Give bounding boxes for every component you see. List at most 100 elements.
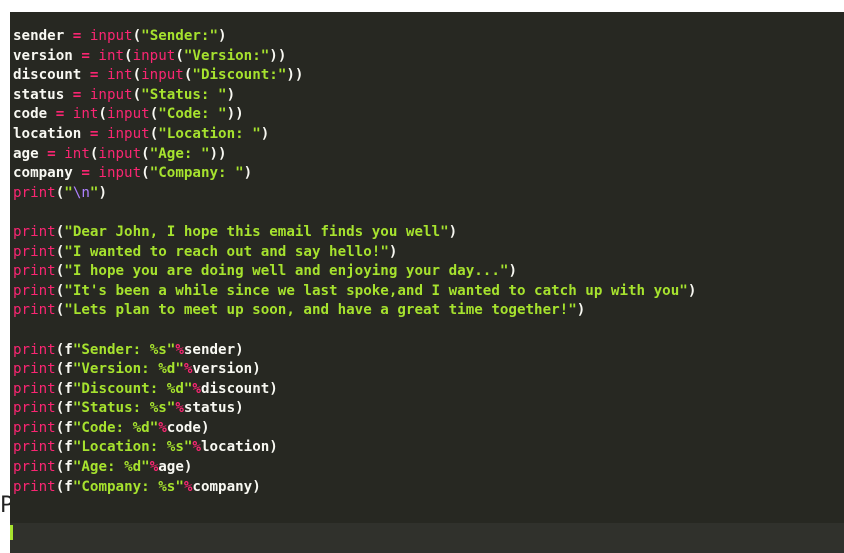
message-string: I wanted to reach out and say hello! (72, 243, 381, 260)
print-keyword: print (13, 400, 56, 417)
message-print-line[interactable]: print("I wanted to reach out and say hel… (13, 243, 696, 263)
modulo-operator: % (158, 419, 167, 436)
variable-name: status (13, 86, 65, 103)
formatted-print-line[interactable]: print(f"Discount: %d"%discount) (13, 380, 696, 400)
formatted-print-line[interactable]: print(f"Company: %s"%company) (13, 478, 696, 498)
int-keyword: int (64, 145, 90, 162)
formatted-print-line[interactable]: print(f"Age: %d"%age) (13, 458, 696, 478)
screenshot-frame: sender = input("Sender:") version = int(i… (0, 0, 844, 553)
assign-operator: = (81, 125, 107, 142)
editor-empty-line[interactable] (10, 523, 844, 553)
formatted-print-line[interactable]: print(f"Code: %d"%code) (13, 419, 696, 439)
modulo-operator: % (192, 380, 201, 397)
message-string: Dear John, I hope this email finds you w… (72, 223, 441, 240)
format-string: Discount: %d (81, 380, 184, 397)
prompt-string: Code: (166, 106, 219, 123)
print-keyword: print (13, 184, 56, 201)
int-keyword: int (106, 67, 133, 84)
assign-operator: = (38, 145, 65, 162)
assign-operator: = (81, 67, 107, 84)
assignment-line[interactable]: age = int(input("Age: ")) (13, 145, 696, 165)
stray-letter: P (0, 493, 10, 518)
assignment-line[interactable]: status = input("Status: ") (13, 86, 696, 106)
escape-sequence: \n (72, 184, 90, 201)
variable-name: status (183, 400, 236, 417)
format-string: Code: %d (81, 419, 150, 436)
blank-line[interactable] (13, 321, 696, 341)
int-keyword: int (72, 106, 99, 123)
variable-name: version (192, 361, 253, 378)
variable-name: discount (13, 67, 82, 84)
print-keyword: print (13, 380, 56, 397)
print-keyword: print (13, 243, 56, 260)
prompt-string: Sender: (149, 28, 210, 44)
newline-print-line[interactable]: print("\n") (13, 184, 696, 204)
code-area[interactable]: sender = input("Sender:") version = int(i… (13, 27, 696, 497)
variable-name: code (166, 419, 201, 436)
input-keyword: input (89, 86, 133, 103)
int-keyword: int (98, 47, 125, 64)
input-keyword: input (98, 165, 142, 182)
print-keyword: print (13, 302, 56, 319)
variable-name: version (13, 47, 73, 64)
prompt-string: Age: (158, 145, 201, 162)
format-string: Sender: %s (81, 341, 167, 358)
variable-name: discount (200, 380, 270, 397)
assign-operator: = (64, 86, 90, 103)
prompt-string: Location: (166, 125, 253, 142)
print-keyword: print (13, 282, 56, 299)
code-editor[interactable]: sender = input("Sender:") version = int(i… (10, 12, 844, 523)
print-keyword: print (13, 341, 56, 358)
format-string: Version: %d (81, 361, 176, 378)
format-string: Age: %d (81, 459, 142, 476)
message-print-line[interactable]: print("Lets plan to meet up soon, and ha… (13, 301, 696, 321)
prompt-string: Version: (192, 47, 261, 64)
text-cursor (10, 525, 13, 540)
input-keyword: input (106, 106, 150, 123)
modulo-operator: % (175, 400, 184, 417)
variable-name: age (158, 459, 184, 476)
assign-operator: = (72, 47, 99, 64)
formatted-print-line[interactable]: print(f"Status: %s"%status) (13, 399, 696, 419)
formatted-print-line[interactable]: print(f"Sender: %s"%sender) (13, 341, 696, 361)
input-keyword: input (141, 67, 184, 84)
modulo-operator: % (175, 341, 184, 358)
assignment-line[interactable]: company = input("Company: ") (13, 164, 696, 184)
message-string: Lets plan to meet up soon, and have a gr… (72, 302, 569, 319)
assignment-line[interactable]: version = int(input("Version:")) (13, 47, 696, 67)
prompt-string: Company: (158, 165, 236, 182)
formatted-print-line[interactable]: print(f"Version: %d"%version) (13, 360, 696, 380)
assignment-line[interactable]: discount = int(input("Discount:")) (13, 66, 696, 86)
format-string: Location: %s (81, 439, 184, 456)
variable-name: sender (13, 28, 65, 44)
blank-line[interactable] (13, 203, 696, 223)
assignment-line[interactable]: sender = input("Sender:") (13, 27, 696, 47)
input-keyword: input (98, 145, 142, 162)
print-keyword: print (13, 263, 56, 280)
message-string: I hope you are doing well and enjoying y… (72, 263, 500, 280)
print-keyword: print (13, 361, 56, 378)
input-keyword: input (89, 28, 133, 44)
format-string: Company: %s (81, 478, 176, 495)
assignment-line[interactable]: location = input("Location: ") (13, 125, 696, 145)
formatted-print-line[interactable]: print(f"Location: %s"%location) (13, 438, 696, 458)
variable-name: company (192, 478, 253, 495)
message-print-line[interactable]: print("Dear John, I hope this email find… (13, 223, 696, 243)
print-keyword: print (13, 419, 56, 436)
print-keyword: print (13, 223, 56, 240)
variable-name: company (13, 165, 73, 182)
variable-name: location (13, 125, 82, 142)
print-keyword: print (13, 439, 56, 456)
assign-operator: = (47, 106, 73, 123)
print-keyword: print (13, 478, 56, 495)
input-keyword: input (132, 47, 176, 64)
message-print-line[interactable]: print("It's been a while since we last s… (13, 282, 696, 302)
assignment-line[interactable]: code = int(input("Code: ")) (13, 105, 696, 125)
format-string: Status: %s (81, 400, 167, 417)
print-keyword: print (13, 459, 56, 476)
message-print-line[interactable]: print("I hope you are doing well and enj… (13, 262, 696, 282)
assign-operator: = (64, 28, 90, 44)
input-keyword: input (106, 125, 150, 142)
modulo-operator: % (149, 459, 159, 476)
variable-name: sender (183, 341, 236, 358)
